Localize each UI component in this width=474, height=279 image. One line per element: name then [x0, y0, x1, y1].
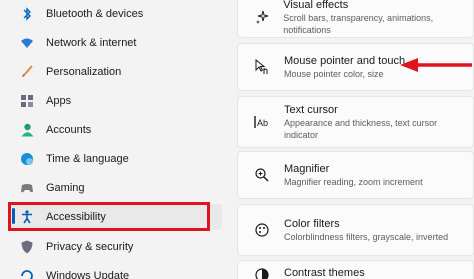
sidebar-item-label: Network & internet: [46, 37, 137, 49]
sidebar-item-privacy[interactable]: Privacy & security: [10, 234, 222, 260]
gamepad-icon: [20, 181, 34, 195]
sidebar-item-label: Accounts: [46, 124, 92, 136]
card-contrast-themes[interactable]: Contrast themes: [237, 260, 474, 279]
card-text-cursor[interactable]: Ab Text cursor Appearance and thickness,…: [237, 96, 474, 148]
sidebar-item-time-language[interactable]: Time & language: [10, 146, 222, 172]
sidebar-item-network[interactable]: Network & internet: [10, 30, 222, 56]
shield-icon: [20, 240, 34, 254]
red-arrow-annotation: [400, 58, 472, 72]
brush-icon: [20, 65, 34, 79]
magnifier-icon: [254, 167, 270, 183]
sidebar-item-windows-update[interactable]: Windows Update: [10, 263, 222, 279]
main-content: Visual effects Scroll bars, transparency…: [232, 0, 474, 279]
bluetooth-icon: [20, 7, 34, 21]
highlight-box: [8, 202, 210, 231]
text-cursor-icon: Ab: [254, 114, 270, 130]
update-icon: [20, 269, 34, 279]
sidebar-item-gaming[interactable]: Gaming: [10, 175, 222, 201]
card-visual-effects[interactable]: Visual effects Scroll bars, transparency…: [237, 0, 474, 38]
color-filter-icon: [254, 222, 270, 238]
svg-text:Ab: Ab: [257, 118, 268, 128]
sidebar-item-label: Apps: [46, 95, 72, 107]
sidebar-item-label: Personalization: [46, 66, 122, 78]
card-title: Contrast themes: [284, 267, 365, 279]
card-title: Text cursor: [284, 103, 338, 116]
contrast-icon: [254, 267, 270, 279]
card-subtitle: Scroll bars, transparency, animations, n…: [283, 12, 434, 35]
card-title: Visual effects: [283, 0, 349, 11]
sparkle-icon: [254, 9, 269, 25]
mouse-pointer-icon: [254, 59, 270, 75]
card-subtitle: Mouse pointer color, size: [284, 68, 384, 79]
card-title: Color filters: [284, 217, 340, 230]
sidebar-item-bluetooth[interactable]: Bluetooth & devices: [10, 1, 222, 27]
card-color-filters[interactable]: Color filters Colorblindness filters, gr…: [237, 204, 474, 256]
wifi-icon: [20, 36, 34, 50]
sidebar-item-accounts[interactable]: Accounts: [10, 117, 222, 143]
sidebar-item-label: Time & language: [46, 153, 129, 165]
sidebar-item-label: Privacy & security: [46, 241, 134, 253]
card-subtitle: Appearance and thickness, text cursor in…: [284, 117, 438, 140]
sidebar: Bluetooth & devices Network & internet P…: [0, 0, 232, 279]
card-title: Mouse pointer and touch: [284, 54, 406, 67]
person-icon: [20, 123, 34, 137]
card-subtitle: Colorblindness filters, grayscale, inver…: [284, 231, 449, 242]
sidebar-item-label: Gaming: [46, 182, 85, 194]
card-title: Magnifier: [284, 162, 330, 175]
sidebar-item-label: Windows Update: [46, 270, 130, 279]
globe-clock-icon: [20, 152, 34, 166]
apps-icon: [20, 94, 34, 108]
sidebar-item-label: Bluetooth & devices: [46, 8, 144, 20]
card-subtitle: Magnifier reading, zoom increment: [284, 176, 423, 187]
sidebar-item-personalization[interactable]: Personalization: [10, 59, 222, 85]
sidebar-item-apps[interactable]: Apps: [10, 88, 222, 114]
card-magnifier[interactable]: Magnifier Magnifier reading, zoom increm…: [237, 151, 474, 199]
